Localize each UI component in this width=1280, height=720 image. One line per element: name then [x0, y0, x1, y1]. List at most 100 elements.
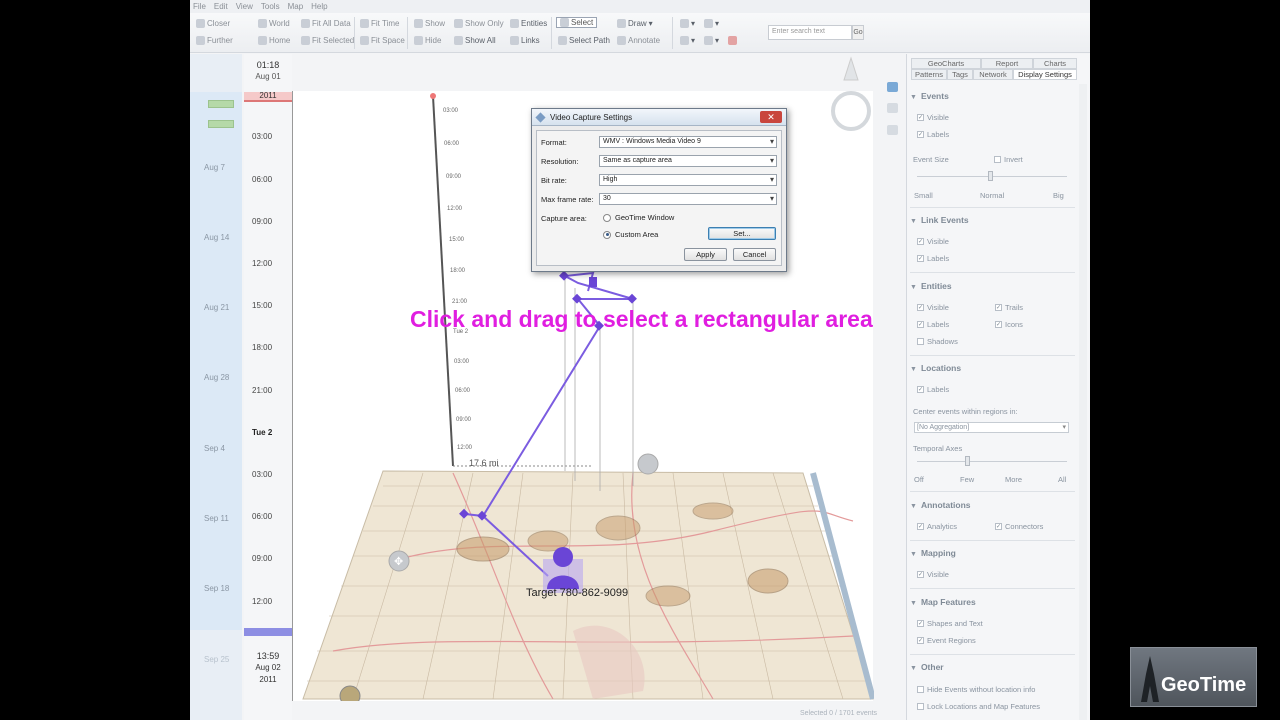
checkbox-empty — [994, 156, 1001, 163]
panel-scrollbar[interactable] — [1079, 84, 1087, 720]
capture-area-label: Capture area: — [541, 214, 587, 223]
icons-checkbox[interactable]: ✓ Icons — [995, 320, 1023, 329]
tab-charts[interactable]: Charts — [1033, 58, 1077, 69]
link-events-section-header[interactable]: ▼ Link Events — [910, 215, 969, 225]
search-go-button[interactable]: Go — [852, 25, 864, 40]
select-button[interactable]: Select — [556, 17, 598, 28]
compass-control[interactable] — [339, 685, 361, 701]
temporal-axes-knob[interactable] — [965, 456, 970, 466]
menu-help[interactable]: Help — [311, 2, 327, 11]
tab-geocharts[interactable]: GeoCharts — [911, 58, 981, 69]
further-button[interactable]: Further — [196, 36, 233, 45]
links-button[interactable]: Links — [510, 36, 540, 45]
format-select[interactable]: WMV : Windows Media Video 9 — [599, 136, 777, 148]
home-button[interactable]: Home — [258, 36, 290, 45]
mapping-section-header[interactable]: ▼ Mapping — [910, 548, 956, 558]
navigation-widget[interactable] — [828, 56, 874, 136]
entities-visible-checkbox[interactable]: ✓ Visible — [917, 303, 949, 312]
fit-all-data-button[interactable]: Fit All Data — [301, 19, 351, 28]
hide-icon — [414, 36, 423, 45]
menu-tools[interactable]: Tools — [261, 2, 280, 11]
align-button[interactable]: ▾ — [704, 19, 719, 28]
dialog-title-bar[interactable]: Video Capture Settings ✕ — [532, 109, 786, 126]
fit-space-button[interactable]: Fit Space — [360, 36, 405, 45]
entities-section-header[interactable]: ▼ Entities — [910, 281, 952, 291]
tab-report[interactable]: Report — [981, 58, 1033, 69]
divider — [910, 491, 1075, 492]
event-region[interactable] — [456, 536, 510, 562]
other-section-header[interactable]: ▼ Other — [910, 662, 944, 672]
temporal-axes-slider[interactable] — [917, 461, 1067, 462]
fit-time-button[interactable]: Fit Time — [360, 19, 399, 28]
lock-locations-checkbox[interactable]: Lock Locations and Map Features — [917, 702, 1040, 711]
entities-labels-checkbox[interactable]: ✓ Labels — [917, 320, 949, 329]
menu-file[interactable]: File — [193, 2, 206, 11]
tab-network[interactable]: Network — [973, 69, 1013, 80]
aggregation-select[interactable]: [No Aggregation] — [914, 422, 1069, 433]
link-labels-checkbox[interactable]: ✓ Labels — [917, 254, 949, 263]
shapes-text-checkbox[interactable]: ✓ Shapes and Text — [917, 619, 983, 628]
show-only-button[interactable]: Show Only — [454, 19, 504, 28]
show-all-button[interactable]: Show All — [454, 36, 496, 45]
tab-patterns[interactable]: Patterns — [911, 69, 947, 80]
hide-button[interactable]: Hide — [414, 36, 441, 45]
event-region[interactable] — [692, 502, 734, 520]
mapping-visible-checkbox[interactable]: ✓ Visible — [917, 570, 949, 579]
analytics-checkbox[interactable]: ✓ Analytics — [917, 522, 957, 531]
event-region[interactable] — [747, 568, 789, 594]
menu-view[interactable]: View — [236, 2, 253, 11]
world-button[interactable]: World — [258, 19, 290, 28]
hide-events-checkbox[interactable]: Hide Events without location info — [917, 685, 1035, 694]
events-labels-checkbox[interactable]: ✓ Labels — [917, 130, 949, 139]
entity-person-icon[interactable] — [553, 547, 573, 567]
overview-timeline[interactable]: Aug 7 Aug 14 Aug 21 Aug 28 Sep 4 Sep 11 … — [190, 54, 242, 720]
line-style-button[interactable]: ▾ — [680, 19, 695, 28]
event-region[interactable] — [645, 585, 691, 607]
grid-icon[interactable] — [887, 125, 898, 135]
text-button[interactable]: ▾ — [704, 36, 719, 45]
tab-tags[interactable]: Tags — [947, 69, 973, 80]
menu-edit[interactable]: Edit — [214, 2, 228, 11]
delete-annotation-button[interactable] — [728, 36, 737, 45]
locations-section-header[interactable]: ▼ Locations — [910, 363, 961, 373]
annotate-button[interactable]: Annotate — [617, 36, 660, 45]
search-input[interactable]: Enter search text — [768, 25, 852, 40]
range-end-marker[interactable] — [244, 628, 292, 636]
link-visible-checkbox[interactable]: ✓ Visible — [917, 237, 949, 246]
select-path-button[interactable]: Select Path — [558, 36, 610, 45]
shadows-checkbox[interactable]: Shadows — [917, 337, 958, 346]
collapse-icon: ▼ — [910, 503, 917, 510]
view-mode-icon[interactable] — [887, 82, 898, 92]
menu-map[interactable]: Map — [288, 2, 304, 11]
tab-display-settings[interactable]: Display Settings — [1013, 69, 1077, 80]
draw-button[interactable]: Draw ▾ — [617, 19, 653, 28]
annotations-section-header[interactable]: ▼ Annotations — [910, 500, 971, 510]
event-regions-checkbox[interactable]: ✓ Event Regions — [917, 636, 976, 645]
close-button[interactable]: ✕ — [760, 111, 782, 123]
framerate-select[interactable]: 30 — [599, 193, 777, 205]
cancel-button[interactable]: Cancel — [733, 248, 776, 261]
map-features-section-header[interactable]: ▼ Map Features — [910, 597, 976, 607]
locations-labels-checkbox[interactable]: ✓ Labels — [917, 385, 949, 394]
events-section-header[interactable]: ▼ Events — [910, 91, 949, 101]
set-button[interactable]: Set... — [708, 227, 776, 240]
bitrate-select[interactable]: High — [599, 174, 777, 186]
closer-button[interactable]: Closer — [196, 19, 230, 28]
event-region[interactable] — [595, 515, 641, 541]
invert-checkbox[interactable]: Invert — [994, 155, 1023, 164]
apply-button[interactable]: Apply — [684, 248, 727, 261]
time-scale[interactable]: 01:18 Aug 01 2011 03:00 06:00 09:00 12:0… — [244, 54, 292, 720]
pan-up-control[interactable] — [637, 453, 659, 475]
fill-button[interactable]: ▾ — [680, 36, 695, 45]
connectors-checkbox[interactable]: ✓ Connectors — [995, 522, 1043, 531]
events-visible-checkbox[interactable]: ✓ Visible — [917, 113, 949, 122]
entities-button[interactable]: Entities — [510, 19, 547, 28]
custom-area-radio[interactable]: Custom Area — [603, 230, 658, 239]
geotime-window-radio[interactable]: GeoTime Window — [603, 213, 674, 222]
list-icon[interactable] — [887, 103, 898, 113]
trails-checkbox[interactable]: ✓ Trails — [995, 303, 1023, 312]
resolution-select[interactable]: Same as capture area — [599, 155, 777, 167]
fit-selected-button[interactable]: Fit Selected — [301, 36, 354, 45]
show-button[interactable]: Show — [414, 19, 445, 28]
event-size-knob[interactable] — [988, 171, 993, 181]
